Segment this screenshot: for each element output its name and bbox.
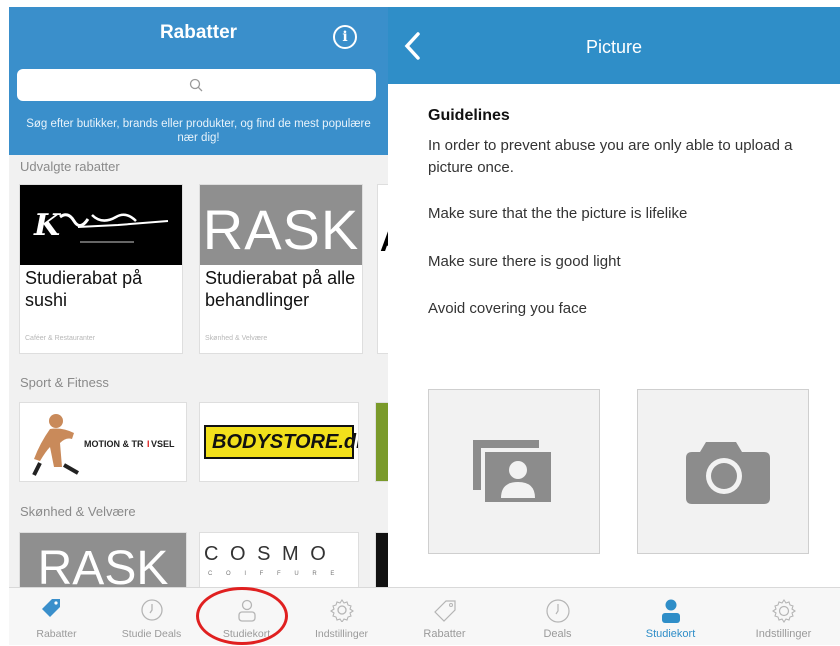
clock-icon — [141, 599, 163, 621]
rask-logo: RASK — [37, 542, 169, 592]
deal-title: Studierabat på sushi — [25, 268, 143, 310]
guideline-text: In order to prevent abuse you are only a… — [428, 137, 793, 176]
brand-tile[interactable]: RASK — [19, 532, 187, 592]
camera-button[interactable] — [637, 389, 809, 554]
deal-category: Skønhed & Velvære — [205, 335, 268, 342]
tab-indstillinger[interactable]: Indstillinger — [727, 588, 840, 646]
tab-label: Rabatter — [423, 628, 466, 640]
tab-label: Studiekort — [645, 628, 696, 640]
brand-tile[interactable] — [375, 532, 388, 592]
guideline-text: Make sure there is good light — [428, 253, 621, 270]
svg-text:K: K — [33, 208, 62, 243]
svg-text:VSEL: VSEL — [151, 439, 175, 449]
picture-screen: Picture Guidelines In order to prevent a… — [388, 7, 840, 645]
deal-logo-image: RASK — [200, 185, 362, 265]
search-area: Søg efter butikker, brands eller produkt… — [9, 59, 388, 155]
tab-label: Deals — [543, 628, 572, 640]
person-icon — [662, 599, 680, 623]
svg-text:MOTION & TR: MOTION & TR — [84, 439, 144, 449]
tab-label: Indstillinger — [755, 628, 812, 640]
deal-title: Studierabat på alle behandlinger — [205, 268, 356, 310]
tab-label: Indstillinger — [314, 628, 369, 640]
page-title: Picture — [585, 37, 643, 57]
photo-library-button[interactable] — [428, 389, 600, 554]
brand-tile[interactable]: BODYSTORE.dk — [199, 402, 359, 482]
tag-icon — [434, 600, 456, 622]
bodystore-logo: BODYSTORE.dk — [212, 431, 359, 453]
section-label-skonhed: Skønhed & Velvære — [20, 504, 136, 519]
rask-logo: RASK — [202, 198, 360, 261]
tab-indstillinger[interactable]: Indstillinger — [294, 588, 388, 645]
section-label-sport: Sport & Fitness — [20, 375, 109, 390]
section-label-udvalgte: Udvalgte rabatter — [20, 159, 120, 174]
deal-logo-image: K — [20, 185, 182, 265]
highlight-circle — [196, 587, 288, 645]
tab-rabatter[interactable]: Rabatter — [9, 588, 104, 645]
guideline-text: Make sure that the the picture is lifeli… — [428, 205, 688, 222]
svg-text:I: I — [147, 439, 150, 449]
tab-deals[interactable]: Deals — [501, 588, 614, 646]
rabatter-header: Rabatter i — [9, 7, 388, 59]
partial-logo: A — [380, 225, 388, 259]
search-input[interactable] — [17, 69, 376, 101]
search-hint: Søg efter butikker, brands eller produkt… — [26, 118, 371, 144]
deal-card[interactable]: RASK Studierabat på alle behandlinger Sk… — [199, 184, 363, 354]
brand-tile[interactable] — [375, 402, 388, 482]
page-title: Rabatter — [159, 22, 238, 43]
gear-icon — [330, 599, 354, 622]
tab-label: Rabatter — [36, 628, 77, 640]
photo-library-icon — [473, 440, 551, 502]
tag-icon — [42, 599, 60, 617]
brand-tile[interactable]: C O S M O C O I F F U R E — [199, 532, 359, 592]
brand-tile[interactable]: MOTION & TR I VSEL — [19, 402, 187, 482]
tab-label: Studie Deals — [121, 628, 182, 640]
guidelines-title: Guidelines — [428, 107, 510, 124]
info-icon[interactable]: i — [333, 25, 357, 49]
tab-studiekort[interactable]: Studiekort — [614, 588, 727, 646]
rabatter-screen: Rabatter i Søg efter butikker, brands el… — [9, 7, 388, 645]
clock-icon — [546, 599, 570, 623]
picture-header: Picture — [388, 7, 840, 84]
gear-icon — [772, 599, 796, 623]
coiffure-subtext: C O I F F U R E — [208, 571, 341, 577]
deal-card[interactable]: K Studierabat på sushi Caféer & Restaura… — [19, 184, 183, 354]
tab-bar: Rabatter Deals Studiekort Indstillinger — [388, 587, 840, 645]
camera-icon — [686, 442, 770, 504]
deal-card[interactable]: A — [377, 184, 388, 354]
motion-trivsel-logo: MOTION & TR I VSEL — [32, 414, 175, 476]
cosmo-logo: C O S M O — [204, 543, 329, 565]
search-icon — [189, 78, 203, 92]
tab-rabatter[interactable]: Rabatter — [388, 588, 501, 646]
guideline-text: Avoid covering you face — [428, 300, 587, 317]
deal-category: Caféer & Restauranter — [25, 335, 96, 342]
tab-studie-deals[interactable]: Studie Deals — [104, 588, 199, 645]
